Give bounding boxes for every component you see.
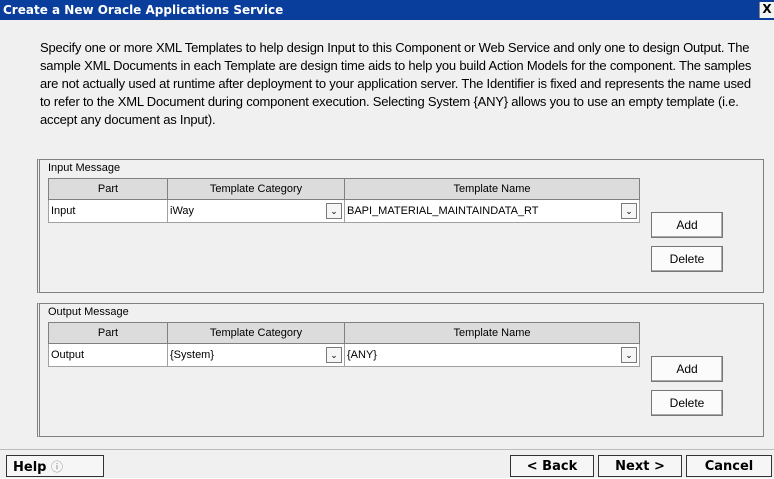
output-delete-button[interactable]: Delete — [651, 390, 723, 416]
help-button[interactable]: Help ⓘ — [6, 455, 104, 477]
input-delete-button[interactable]: Delete — [651, 246, 723, 272]
input-message-title: Input Message — [48, 162, 121, 174]
column-header-template-category: Template Category — [167, 178, 345, 200]
input-category-select[interactable]: iWay ⌄ — [167, 199, 345, 223]
next-button[interactable]: Next > — [598, 455, 682, 477]
output-part-cell[interactable]: Output — [48, 343, 168, 367]
table-row[interactable]: Input iWay ⌄ BAPI_MATERIAL_MAINTAINDATA_R… — [48, 199, 640, 223]
chevron-down-icon[interactable]: ⌄ — [621, 347, 637, 363]
back-button[interactable]: < Back — [510, 455, 594, 477]
dialog-body: Specify one or more XML Templates to hel… — [0, 20, 774, 478]
column-header-part: Part — [48, 322, 168, 344]
chevron-down-icon[interactable]: ⌄ — [621, 203, 637, 219]
input-template-select[interactable]: BAPI_MATERIAL_MAINTAINDATA_RT ⌄ — [344, 199, 640, 223]
column-header-template-name: Template Name — [344, 322, 640, 344]
output-category-select[interactable]: {System} ⌄ — [167, 343, 345, 367]
input-message-group: Input Message Part Template Category Tem… — [37, 159, 764, 293]
cancel-button[interactable]: Cancel — [686, 455, 772, 477]
output-message-group: Output Message Part Template Category Te… — [37, 303, 764, 437]
input-part-cell[interactable]: Input — [48, 199, 168, 223]
close-button[interactable]: X — [759, 2, 774, 18]
help-icon: ⓘ — [51, 460, 64, 474]
output-template-select[interactable]: {ANY} ⌄ — [344, 343, 640, 367]
table-row[interactable]: Output {System} ⌄ {ANY} ⌄ — [48, 343, 640, 367]
column-header-part: Part — [48, 178, 168, 200]
window-title: Create a New Oracle Applications Service — [3, 3, 284, 17]
title-bar: Create a New Oracle Applications Service… — [0, 0, 774, 20]
chevron-down-icon[interactable]: ⌄ — [326, 203, 342, 219]
column-header-template-category: Template Category — [167, 322, 345, 344]
output-add-button[interactable]: Add — [651, 356, 723, 382]
output-message-title: Output Message — [48, 306, 129, 318]
help-label: Help — [13, 460, 47, 475]
output-message-table: Part Template Category Template Name Out… — [48, 322, 640, 367]
input-add-button[interactable]: Add — [651, 212, 723, 238]
chevron-down-icon[interactable]: ⌄ — [326, 347, 342, 363]
input-message-table: Part Template Category Template Name Inp… — [48, 178, 640, 223]
instructions-text: Specify one or more XML Templates to hel… — [40, 40, 752, 127]
column-header-template-name: Template Name — [344, 178, 640, 200]
dialog-footer: Help ⓘ < Back Next > Cancel — [0, 449, 774, 478]
